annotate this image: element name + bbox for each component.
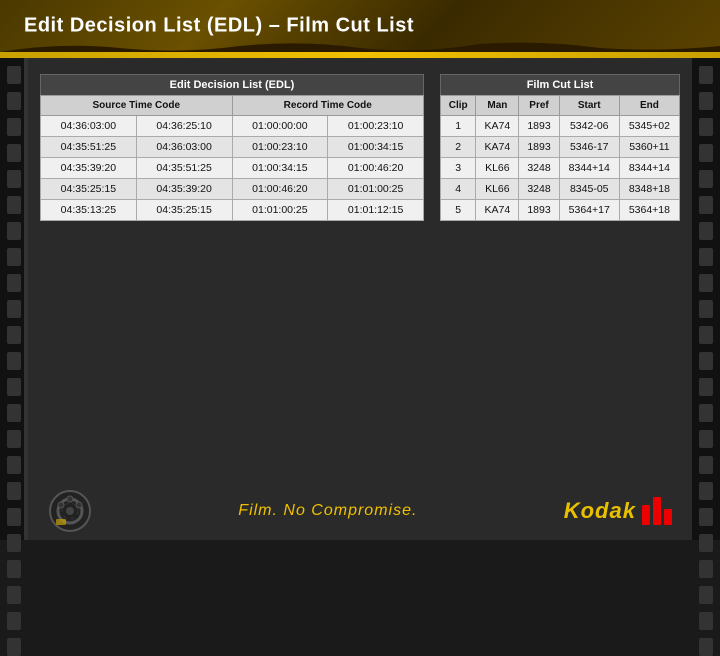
fcl-cell-4-1: KA74 [476,200,519,221]
fcl-cell-2-0: 3 [441,158,476,179]
fcl-cell-4-4: 5364+18 [619,200,679,221]
kodak-brand-text: Kodak [564,498,636,524]
fcl-cell-4-0: 5 [441,200,476,221]
edl-table-row: 04:36:03:0004:36:25:1001:00:00:0001:00:2… [41,116,424,137]
edl-table: Source Time Code Record Time Code 04:36:… [40,95,424,221]
tables-container: Edit Decision List (EDL) Source Time Cod… [40,74,680,221]
fcl-cell-4-2: 1893 [519,200,559,221]
edl-cell-3-2: 01:00:46:20 [232,179,328,200]
fcl-col-2: Pref [519,96,559,116]
fcl-cell-2-2: 3248 [519,158,559,179]
kodak-logo: Kodak [564,497,672,525]
fcl-cell-0-2: 1893 [519,116,559,137]
edl-cell-3-3: 01:01:00:25 [328,179,424,200]
edl-cell-2-3: 01:00:46:20 [328,158,424,179]
fcl-table-row: 1KA7418935342-065345+02 [441,116,680,137]
fcl-cell-1-0: 2 [441,137,476,158]
edl-cell-1-0: 04:35:51:25 [41,137,137,158]
fcl-cell-0-3: 5342-06 [559,116,619,137]
fcl-cell-0-1: KA74 [476,116,519,137]
fcl-section-title: Film Cut List [440,74,680,95]
header-background: Edit Decision List (EDL) – Film Cut List [0,0,720,52]
edl-table-row: 04:35:13:2504:35:25:1501:01:00:2501:01:1… [41,200,424,221]
edl-section-title: Edit Decision List (EDL) [40,74,424,95]
edl-cell-4-1: 04:35:25:15 [136,200,232,221]
kodak-bar-2 [653,497,661,525]
fcl-col-0: Clip [441,96,476,116]
edl-cell-2-0: 04:35:39:20 [41,158,137,179]
edl-col-source: Source Time Code [41,96,233,116]
fcl-col-1: Man [476,96,519,116]
fcl-cell-2-4: 8344+14 [619,158,679,179]
edl-cell-0-0: 04:36:03:00 [41,116,137,137]
film-reel-icon: 3 [48,489,92,533]
edl-cell-4-0: 04:35:13:25 [41,200,137,221]
edl-cell-2-1: 04:35:51:25 [136,158,232,179]
edl-table-row: 04:35:25:1504:35:39:2001:00:46:2001:01:0… [41,179,424,200]
fcl-cell-3-3: 8345-05 [559,179,619,200]
fcl-cell-1-3: 5346-17 [559,137,619,158]
fcl-table-row: 3KL6632488344+148344+14 [441,158,680,179]
fcl-cell-2-1: KL66 [476,158,519,179]
fcl-cell-2-3: 8344+14 [559,158,619,179]
kodak-bars-icon [642,497,672,525]
edl-cell-4-2: 01:01:00:25 [232,200,328,221]
fcl-cell-4-3: 5364+17 [559,200,619,221]
edl-table-row: 04:35:51:2504:36:03:0001:00:23:1001:00:3… [41,137,424,158]
tagline: Film. No Compromise. [238,502,417,520]
edl-cell-1-1: 04:36:03:00 [136,137,232,158]
edl-col-record: Record Time Code [232,96,424,116]
fcl-table: ClipManPrefStartEnd 1KA7418935342-065345… [440,95,680,221]
fcl-cell-3-0: 4 [441,179,476,200]
fcl-col-4: End [619,96,679,116]
fcl-cell-1-4: 5360+11 [619,137,679,158]
fcl-cell-1-2: 1893 [519,137,559,158]
fcl-table-row: 5KA7418935364+175364+18 [441,200,680,221]
film-strip-right [692,58,720,540]
kodak-bar-3 [664,509,672,525]
edl-cell-4-3: 01:01:12:15 [328,200,424,221]
fcl-table-row: 4KL6632488345-058348+18 [441,179,680,200]
fcl-cell-1-1: KA74 [476,137,519,158]
edl-cell-2-2: 01:00:34:15 [232,158,328,179]
edl-table-row: 04:35:39:2004:35:51:2501:00:34:1501:00:4… [41,158,424,179]
edl-cell-0-2: 01:00:00:00 [232,116,328,137]
header-accent-band [0,52,720,58]
edl-cell-0-1: 04:36:25:10 [136,116,232,137]
page-title: Edit Decision List (EDL) – Film Cut List [24,15,414,38]
footer-left: 3 [48,489,92,533]
fcl-table-row: 2KA7418935346-175360+11 [441,137,680,158]
fcl-cell-3-4: 8348+18 [619,179,679,200]
edl-cell-1-3: 01:00:34:15 [328,137,424,158]
edl-cell-1-2: 01:00:23:10 [232,137,328,158]
fcl-cell-0-4: 5345+02 [619,116,679,137]
fcl-col-3: Start [559,96,619,116]
edl-cell-0-3: 01:00:23:10 [328,116,424,137]
footer: 3 Film. No Compromise. Kodak [28,482,692,540]
edl-cell-3-1: 04:35:39:20 [136,179,232,200]
edl-section: Edit Decision List (EDL) Source Time Cod… [40,74,424,221]
fcl-cell-3-2: 3248 [519,179,559,200]
main-content: Edit Decision List (EDL) Source Time Cod… [28,58,692,540]
fcl-section: Film Cut List ClipManPrefStartEnd 1KA741… [440,74,680,221]
kodak-bar-1 [642,505,650,525]
film-strip-left [0,58,28,540]
edl-cell-3-0: 04:35:25:15 [41,179,137,200]
fcl-cell-0-0: 1 [441,116,476,137]
fcl-cell-3-1: KL66 [476,179,519,200]
